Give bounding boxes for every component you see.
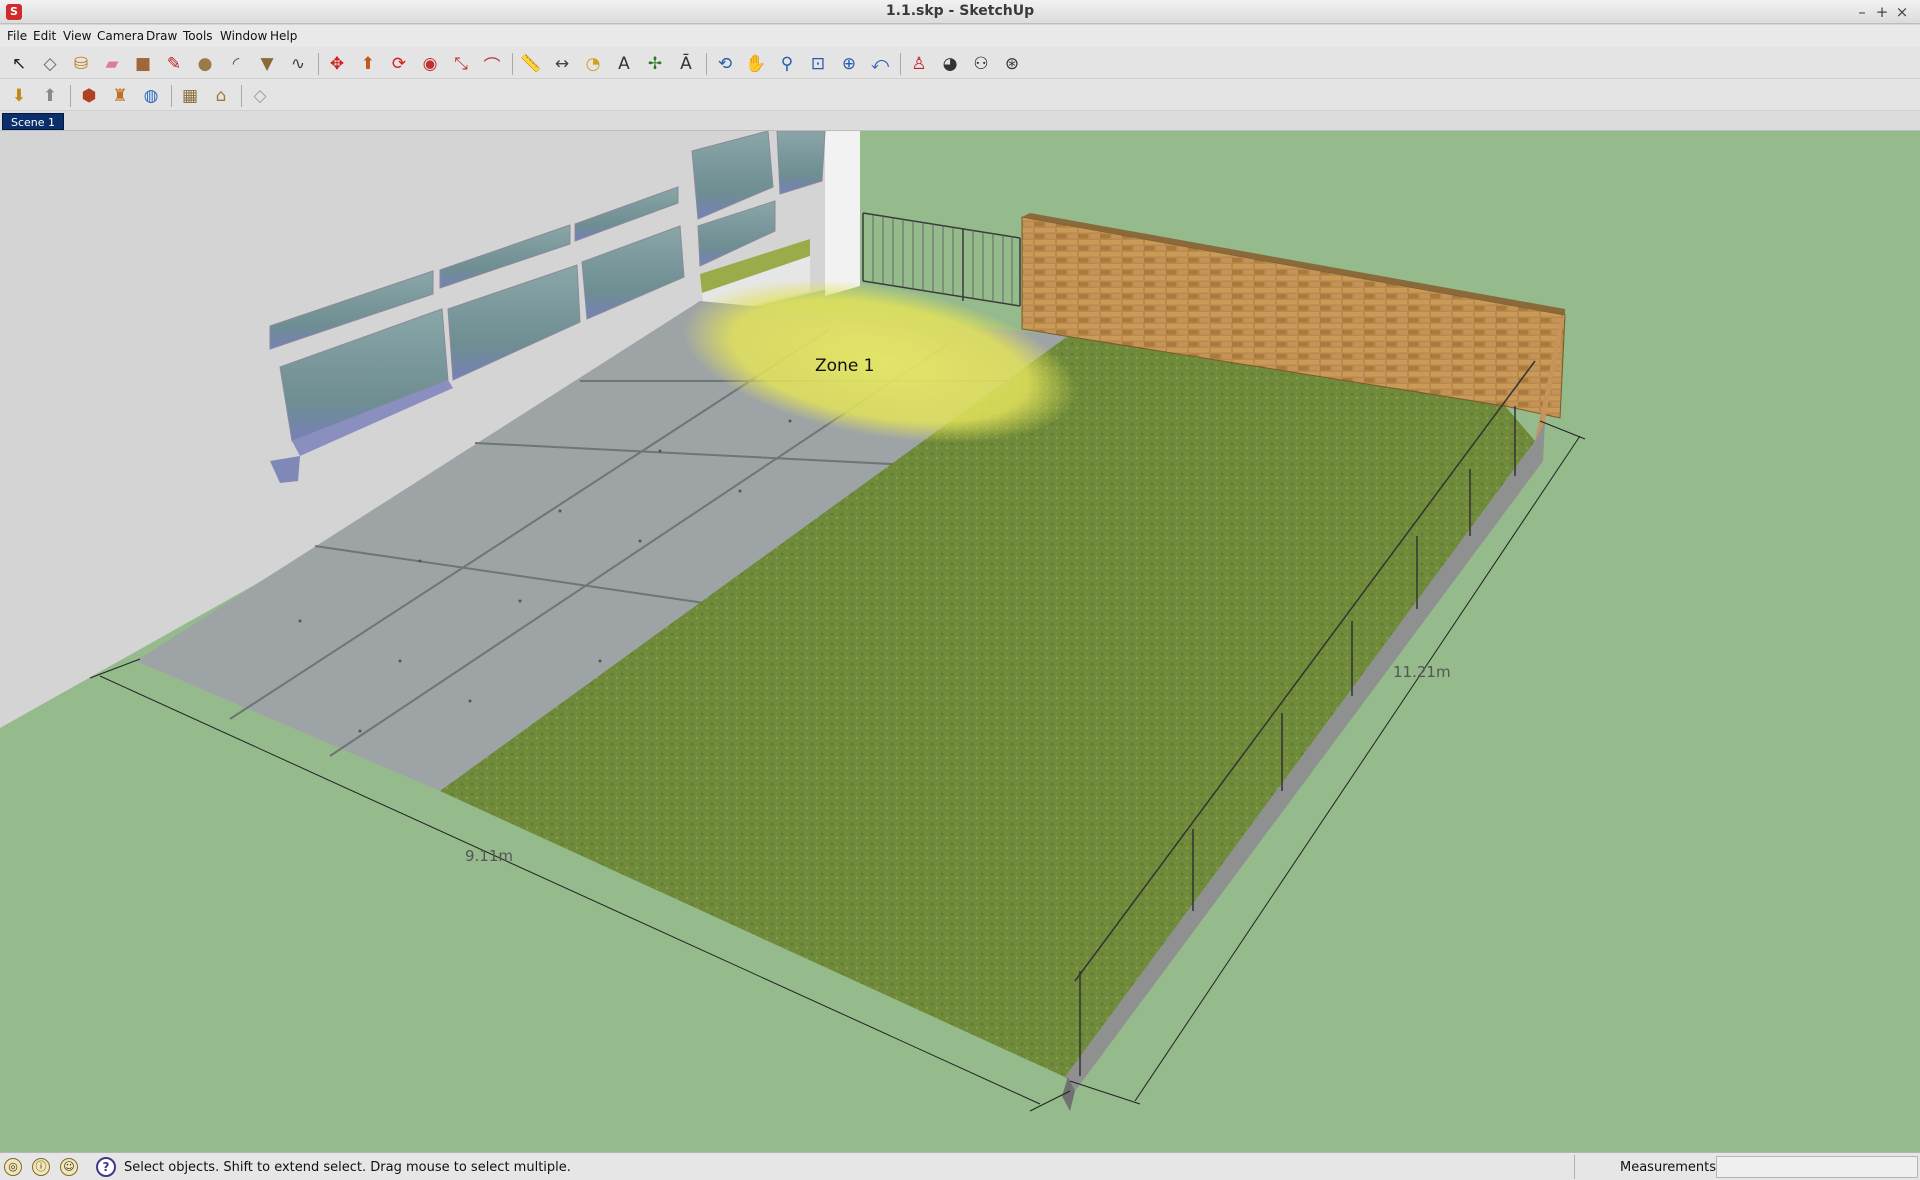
dimension-icon[interactable]: ↔ <box>549 51 575 77</box>
menu-draw[interactable]: Draw <box>146 29 177 43</box>
measurements-label: Measurements <box>1620 1160 1717 1175</box>
previous-view-icon[interactable]: ⤺ <box>867 51 893 77</box>
zone-label[interactable]: Zone 1 <box>815 356 875 376</box>
toolbar-separator <box>900 53 901 75</box>
main-toolbar: ↖ ◇ ⛁ ▰ ■ ✎ ● ◜ ▼ ∿ ✥ ⬆ ⟳ ◉ ⤡ ⌒ 📏 ↔ ◔ A ✢ Ā ⟲ ✋ ⚲ ⊡ ⊕ ⤺ ♙ ◕ ⚇ ⊛ <box>0 47 1920 79</box>
scene-tabs-bar: Scene 1 <box>0 111 1920 131</box>
zoom-extents-icon[interactable]: ⊕ <box>836 51 862 77</box>
circle-icon[interactable]: ● <box>192 51 218 77</box>
toolbar-separator <box>241 85 242 107</box>
title-bar: S 1.1.skp - SketchUp – + × <box>0 0 1920 24</box>
status-hint: Select objects. Shift to extend select. … <box>124 1160 571 1175</box>
measurements-input[interactable] <box>1716 1156 1918 1178</box>
rectangle-icon[interactable]: ■ <box>130 51 156 77</box>
share-component-icon[interactable]: ⬢ <box>76 83 102 109</box>
move-icon[interactable]: ✥ <box>324 51 350 77</box>
3d-text-icon[interactable]: Ā <box>673 51 699 77</box>
pan-hand-icon[interactable]: ✋ <box>743 51 769 77</box>
paint-bucket-icon[interactable]: ⛁ <box>68 51 94 77</box>
toggle-terrain-icon[interactable]: ◇ <box>247 83 273 109</box>
position-camera-icon[interactable]: ♙ <box>906 51 932 77</box>
axes-icon[interactable]: ✢ <box>642 51 668 77</box>
look-around-icon[interactable]: ◕ <box>937 51 963 77</box>
geo-location-icon[interactable]: ◎ <box>4 1158 22 1176</box>
line-pencil-icon[interactable]: ✎ <box>161 51 187 77</box>
menu-bar: File Edit View Camera Draw Tools Window … <box>0 25 1920 47</box>
text-icon[interactable]: A <box>611 51 637 77</box>
scale-icon[interactable]: ⤡ <box>448 51 474 77</box>
extension-warehouse-icon[interactable]: ♜ <box>107 83 133 109</box>
toolbar-separator <box>171 85 172 107</box>
follow-me-icon[interactable]: ◉ <box>417 51 443 77</box>
menu-window[interactable]: Window <box>220 29 267 43</box>
minimize-button[interactable]: – <box>1852 2 1872 22</box>
sketchup-window: S 1.1.skp - SketchUp – + × File Edit Vie… <box>0 0 1920 1180</box>
add-location-icon[interactable]: ⌂ <box>208 83 234 109</box>
dimension-width-label[interactable]: 9.11m <box>465 847 513 865</box>
share-model-icon[interactable]: ⬆ <box>37 83 63 109</box>
get-models-icon[interactable]: ⬇ <box>6 83 32 109</box>
tab-scene-1[interactable]: Scene 1 <box>2 113 65 130</box>
window-title: 1.1.skp - SketchUp <box>885 3 1035 19</box>
polygon-icon[interactable]: ▼ <box>254 51 280 77</box>
user-account-icon[interactable]: ☺ <box>60 1158 78 1176</box>
dimension-length-label[interactable]: 11.21m <box>1393 663 1451 681</box>
tape-measure-icon[interactable]: 📏 <box>518 51 544 77</box>
help-icon[interactable]: ? <box>96 1157 116 1177</box>
protractor-icon[interactable]: ◔ <box>580 51 606 77</box>
menu-edit[interactable]: Edit <box>33 29 56 43</box>
toolbar-separator <box>512 53 513 75</box>
model-viewport[interactable]: Zone 1 9.11m 11.21m <box>0 131 1920 1152</box>
orbit-icon[interactable]: ⟲ <box>712 51 738 77</box>
toolbar-separator <box>706 53 707 75</box>
wall-pillar <box>825 131 860 296</box>
arc-icon[interactable]: ◜ <box>223 51 249 77</box>
model-canvas[interactable] <box>0 131 1920 1152</box>
make-component-icon[interactable]: ◇ <box>37 51 63 77</box>
menu-tools[interactable]: Tools <box>183 29 213 43</box>
menu-help[interactable]: Help <box>270 29 297 43</box>
push-pull-icon[interactable]: ⬆ <box>355 51 381 77</box>
select-arrow-icon[interactable]: ↖ <box>6 51 32 77</box>
eraser-icon[interactable]: ▰ <box>99 51 125 77</box>
toolbar-separator <box>318 53 319 75</box>
zoom-window-icon[interactable]: ⊡ <box>805 51 831 77</box>
section-plane-icon[interactable]: ⊛ <box>999 51 1025 77</box>
credits-icon[interactable]: ⓘ <box>32 1158 50 1176</box>
menu-camera[interactable]: Camera <box>97 29 144 43</box>
status-bar: ◎ ⓘ ☺ ? Select objects. Shift to extend … <box>0 1152 1920 1180</box>
photo-textures-icon[interactable]: ▦ <box>177 83 203 109</box>
zoom-icon[interactable]: ⚲ <box>774 51 800 77</box>
offset-icon[interactable]: ⌒ <box>479 51 505 77</box>
menu-view[interactable]: View <box>63 29 91 43</box>
walk-icon[interactable]: ⚇ <box>968 51 994 77</box>
status-divider <box>1574 1155 1575 1179</box>
close-button[interactable]: × <box>1892 2 1912 22</box>
freehand-icon[interactable]: ∿ <box>285 51 311 77</box>
toolbar-separator <box>70 85 71 107</box>
google-earth-icon[interactable]: ◍ <box>138 83 164 109</box>
rotate-icon[interactable]: ⟳ <box>386 51 412 77</box>
menu-file[interactable]: File <box>7 29 27 43</box>
maximize-button[interactable]: + <box>1872 2 1892 22</box>
warehouse-toolbar: ⬇ ⬆ ⬢ ♜ ◍ ▦ ⌂ ◇ <box>0 79 1920 111</box>
